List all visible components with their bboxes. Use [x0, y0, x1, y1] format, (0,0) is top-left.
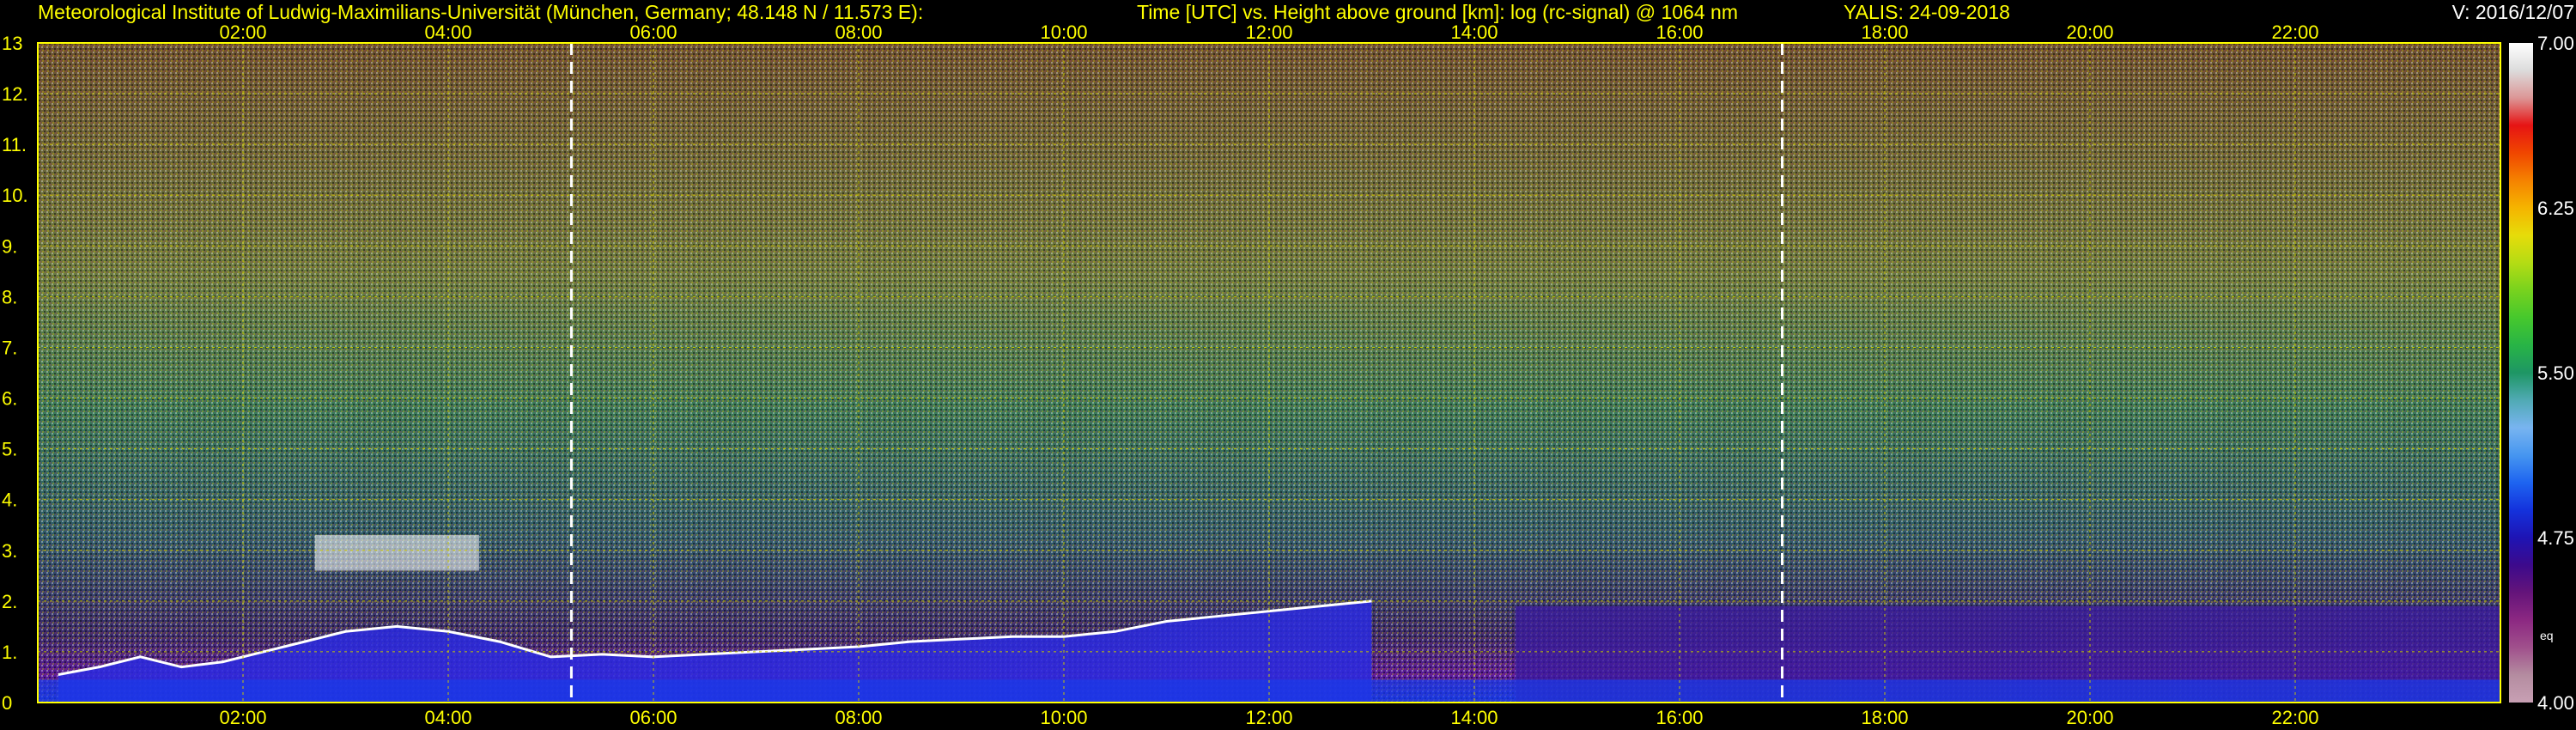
- x-tick-label-bottom: 12:00: [1245, 707, 1292, 728]
- header: Meteorological Institute of Ludwig-Maxim…: [38, 1, 2574, 23]
- x-tick-label-bottom: 14:00: [1450, 707, 1498, 728]
- x-tick-label-bottom: 08:00: [835, 707, 882, 728]
- colorbar-tick-label: 6.25: [2537, 198, 2574, 219]
- y-tick-label: 12.: [2, 83, 28, 105]
- x-tick-label-top: 04:00: [424, 21, 471, 43]
- x-tick-label-top: 20:00: [2066, 21, 2113, 43]
- x-tick-label-top: 02:00: [219, 21, 266, 43]
- x-tick-label-top: 12:00: [1245, 21, 1292, 43]
- header-instrument-date: YALIS: 24-09-2018: [1844, 1, 2010, 23]
- x-tick-label-top: 06:00: [629, 21, 677, 43]
- y-tick-label: 10.: [2, 185, 28, 206]
- y-tick-label: 11.: [2, 134, 27, 155]
- cloud-patch: [314, 535, 479, 571]
- y-axis: 0 1. 2. 3. 4. 5. 6. 7. 8. 9. 10. 11. 12. 13: [2, 33, 28, 714]
- x-tick-label-top: 16:00: [1656, 21, 1703, 43]
- x-tick-label-top: 10:00: [1040, 21, 1087, 43]
- plot-area: [37, 42, 2501, 703]
- colorbar-tick-label: 7.00: [2537, 33, 2574, 54]
- y-tick-label: 2.: [2, 591, 17, 612]
- x-axis-top: 02:00 04:00 06:00 08:00 10:00 12:00 14:00 16:00…: [219, 21, 2318, 43]
- colorbar-tick-label: 4.00: [2537, 692, 2574, 714]
- y-tick-label: 1.: [2, 642, 17, 663]
- x-tick-label-top: 08:00: [835, 21, 882, 43]
- header-axes-description: Time [UTC] vs. Height above ground [km]:…: [1137, 1, 1738, 23]
- y-tick-label: 4.: [2, 490, 17, 511]
- x-tick-label-bottom: 18:00: [1861, 707, 1908, 728]
- x-tick-label-bottom: 02:00: [219, 707, 266, 728]
- x-tick-label-bottom: 10:00: [1040, 707, 1087, 728]
- x-tick-label-top: 14:00: [1450, 21, 1498, 43]
- y-tick-label: 6.: [2, 388, 17, 410]
- x-tick-label-top: 18:00: [1861, 21, 1908, 43]
- colorbar-note: eq: [2540, 629, 2554, 642]
- colorbar-scale: [2509, 43, 2533, 703]
- lidar-time-height-plot: Meteorological Institute of Ludwig-Maxim…: [2, 1, 2574, 728]
- y-tick-label: 7.: [2, 337, 17, 358]
- y-tick-label: 3.: [2, 540, 17, 562]
- colorbar-tick-label: 5.50: [2537, 362, 2574, 384]
- y-tick-label: 5.: [2, 439, 17, 460]
- colorbar-tick-label: 4.75: [2537, 527, 2574, 549]
- y-tick-label: 0: [2, 692, 12, 714]
- x-tick-label-bottom: 16:00: [1656, 707, 1703, 728]
- y-tick-label: 9.: [2, 235, 17, 257]
- x-tick-label-top: 22:00: [2271, 21, 2318, 43]
- x-tick-label-bottom: 20:00: [2066, 707, 2113, 728]
- x-tick-label-bottom: 04:00: [424, 707, 471, 728]
- y-tick-label: 13: [2, 33, 22, 54]
- x-tick-label-bottom: 22:00: [2271, 707, 2318, 728]
- x-tick-label-bottom: 06:00: [629, 707, 677, 728]
- header-institute: Meteorological Institute of Ludwig-Maxim…: [38, 1, 923, 23]
- x-axis-bottom: 02:00 04:00 06:00 08:00 10:00 12:00 14:00 16:00…: [219, 707, 2318, 728]
- colorbar: 4.00 4.75 5.50 6.25 7.00 eq: [2509, 33, 2574, 714]
- y-tick-label: 8.: [2, 286, 17, 307]
- header-version: V: 2016/12/07: [2452, 1, 2574, 23]
